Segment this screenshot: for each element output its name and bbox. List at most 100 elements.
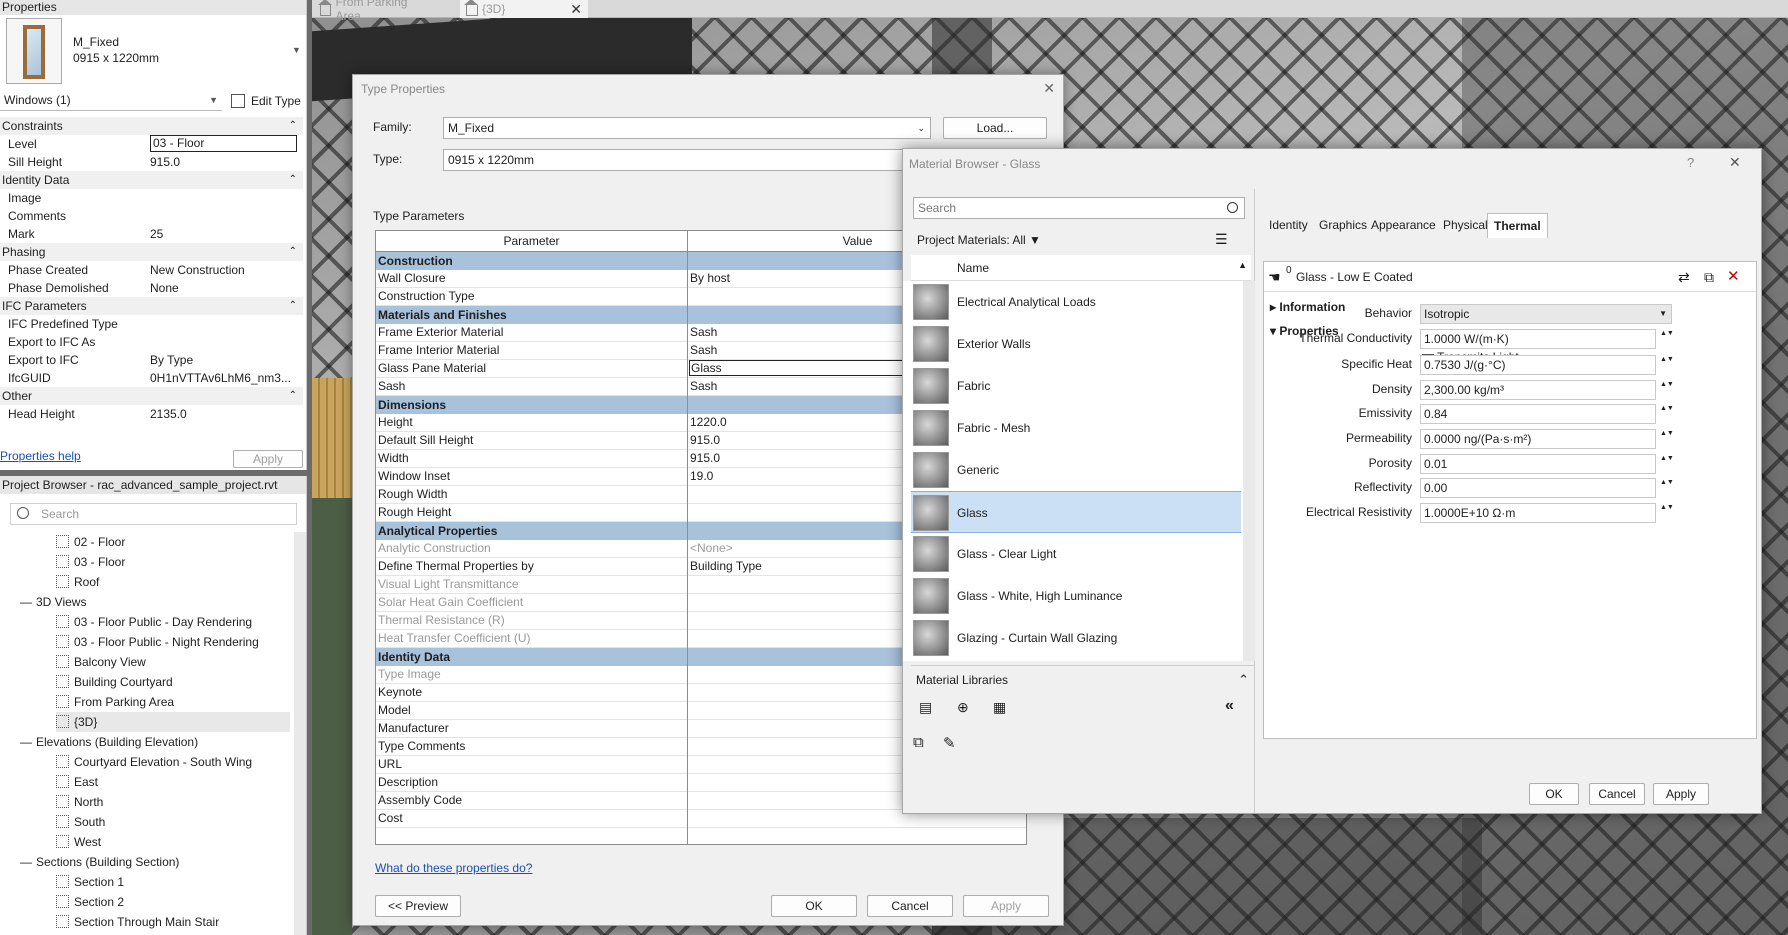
thermal-property-field[interactable]: 1.0000E+10 Ω·m [1420, 503, 1656, 523]
parameter-value[interactable]: Glass [689, 360, 909, 376]
preview-button[interactable]: << Preview [375, 895, 461, 917]
material-item[interactable]: Glass [911, 491, 1241, 533]
project-materials-filter[interactable]: Project Materials: All ▼ [917, 233, 1041, 247]
tree-item[interactable]: 03 - Floor [56, 552, 125, 572]
parameter-value[interactable]: 19.0 [690, 468, 713, 485]
tab-thermal[interactable]: Thermal [1487, 213, 1548, 238]
tree-item[interactable]: 03 - Floor Public - Night Rendering [56, 632, 259, 652]
material-libraries-header[interactable]: Material Libraries ⌃ [911, 665, 1255, 693]
tree-item[interactable]: North [56, 792, 103, 812]
property-group[interactable]: Constraints ⌃ [0, 117, 303, 135]
collapse-minus-icon[interactable]: — [20, 732, 32, 752]
parameter-value[interactable]: <None> [690, 540, 733, 557]
collapse-icon[interactable]: ⌃ [289, 171, 297, 189]
parameter-value[interactable]: By host [690, 270, 730, 287]
property-row[interactable]: Sill Height 915.0 [0, 153, 300, 171]
tree-item[interactable]: Courtyard Elevation - South Wing [56, 752, 252, 772]
tab-identity[interactable]: Identity [1263, 213, 1314, 238]
properties-apply-button[interactable]: Apply [233, 450, 303, 468]
properties-help-link[interactable]: Properties help [0, 449, 81, 463]
help-icon[interactable]: ? [1687, 155, 1694, 170]
property-value[interactable]: 03 - Floor [150, 135, 297, 152]
tree-item[interactable]: From Parking Area [56, 692, 174, 712]
property-row[interactable]: Export to IFC By Type [0, 351, 300, 369]
close-icon[interactable]: ✕ [1043, 80, 1055, 97]
thermal-property-field[interactable]: 2,300.00 kg/m³ [1420, 380, 1656, 400]
tree-item[interactable]: 02 - Floor [56, 532, 125, 552]
material-search-input[interactable]: Search [913, 197, 1245, 219]
create-material-icon[interactable]: ⧉ [913, 734, 924, 751]
ok-button[interactable]: OK [771, 895, 857, 917]
property-group[interactable]: Other ⌃ [0, 387, 303, 405]
property-row[interactable]: Comments [0, 207, 300, 225]
parameter-value[interactable]: 1220.0 [690, 414, 727, 431]
tree-item[interactable]: Balcony View [56, 652, 146, 672]
material-cancel-button[interactable]: Cancel [1589, 783, 1645, 805]
tree-item[interactable]: — Sections (Building Section) [20, 852, 179, 872]
property-row[interactable]: Level 03 - Floor [0, 135, 300, 153]
asset-browser-icon[interactable]: ✎ [943, 734, 956, 752]
thermal-property-field[interactable]: 0.01 [1420, 454, 1656, 474]
tab-from-parking-area[interactable]: From Parking Area [314, 0, 436, 23]
tree-item[interactable]: — Elevations (Building Elevation) [20, 732, 198, 752]
edit-type-button[interactable]: Edit Type [231, 91, 301, 111]
property-row[interactable]: IFC Predefined Type [0, 315, 300, 333]
toggle-library-view-icon[interactable]: ▦ [993, 699, 1006, 716]
list-view-icon[interactable]: ☰ [1215, 231, 1228, 248]
material-item[interactable]: GRC - Glass Reinforced Concrete [911, 659, 1241, 661]
property-value[interactable]: None [150, 279, 295, 297]
property-row[interactable]: IfcGUID 0H1nVTTAv6LhM6_nm3... [0, 369, 300, 387]
material-ok-button[interactable]: OK [1529, 783, 1579, 805]
sort-up-icon[interactable]: ▲ [1238, 260, 1247, 270]
spinner-icon[interactable]: ▲▼ [1660, 380, 1674, 400]
add-library-icon[interactable]: ⊕ [957, 699, 969, 716]
material-item[interactable]: Glazing - Curtain Wall Glazing [911, 617, 1241, 659]
tree-item[interactable]: 03 - Floor Public - Day Rendering [56, 612, 252, 632]
property-value[interactable]: 0H1nVTTAv6LhM6_nm3... [150, 369, 295, 387]
spinner-icon[interactable]: ▲▼ [1660, 429, 1674, 449]
property-value[interactable]: 2135.0 [150, 405, 295, 423]
replace-asset-icon[interactable]: ⇄ [1678, 262, 1690, 292]
spinner-icon[interactable]: ▲▼ [1660, 478, 1674, 498]
spinner-icon[interactable]: ▲▼ [1660, 355, 1674, 375]
duplicate-asset-icon[interactable]: ⧉ [1704, 262, 1714, 292]
tree-item[interactable]: Building Courtyard [56, 672, 173, 692]
property-row[interactable]: Phase Demolished None [0, 279, 300, 297]
instance-filter[interactable]: Windows (1) ▼ [0, 89, 222, 111]
property-value[interactable]: By Type [150, 351, 295, 369]
collapse-up-icon[interactable]: ⌃ [1238, 666, 1249, 694]
search-icon[interactable] [1227, 202, 1238, 213]
property-row[interactable]: Phase Created New Construction [0, 261, 300, 279]
collapse-minus-icon[interactable]: — [20, 852, 32, 872]
tree-item[interactable]: Section 1 [56, 872, 124, 892]
tree-item[interactable]: Section 2 [56, 892, 124, 912]
cancel-button[interactable]: Cancel [867, 895, 953, 917]
parameter-value[interactable]: Sash [690, 342, 717, 359]
tree-item[interactable]: — 3D Views [20, 592, 86, 612]
property-row[interactable]: Export to IFC As [0, 333, 300, 351]
spinner-icon[interactable]: ▲▼ [1660, 329, 1674, 349]
material-item[interactable]: Generic [911, 449, 1241, 491]
behavior-dropdown[interactable]: Isotropic ▼ [1420, 304, 1672, 324]
property-row[interactable]: Mark 25 [0, 225, 300, 243]
collapse-icon[interactable]: ⌃ [289, 243, 297, 261]
thermal-property-field[interactable]: 0.84 [1420, 404, 1656, 424]
load-button[interactable]: Load... [943, 117, 1047, 139]
type-selector[interactable]: M_Fixed 0915 x 1220mm ▼ [4, 18, 304, 86]
tree-item[interactable]: West [56, 832, 101, 852]
properties-help-link[interactable]: What do these properties do? [375, 861, 532, 875]
collapse-left-icon[interactable]: « [1225, 697, 1234, 715]
property-group[interactable]: IFC Parameters ⌃ [0, 297, 303, 315]
tab-appearance[interactable]: Appearance [1365, 213, 1442, 238]
collapse-icon[interactable]: ⌃ [289, 387, 297, 405]
property-row[interactable]: Image [0, 189, 300, 207]
chevron-down-icon[interactable]: ▼ [292, 45, 301, 55]
parameter-value[interactable]: 915.0 [690, 432, 720, 449]
spinner-icon[interactable]: ▲▼ [1660, 404, 1674, 424]
tree-item[interactable]: East [56, 772, 98, 792]
browser-search-input[interactable]: Search [10, 503, 297, 525]
tab-physical[interactable]: Physical [1437, 213, 1494, 238]
parameter-value[interactable]: Sash [690, 324, 717, 341]
remove-asset-icon[interactable]: ✕ [1727, 262, 1740, 292]
material-item[interactable]: Fabric - Mesh [911, 407, 1241, 449]
